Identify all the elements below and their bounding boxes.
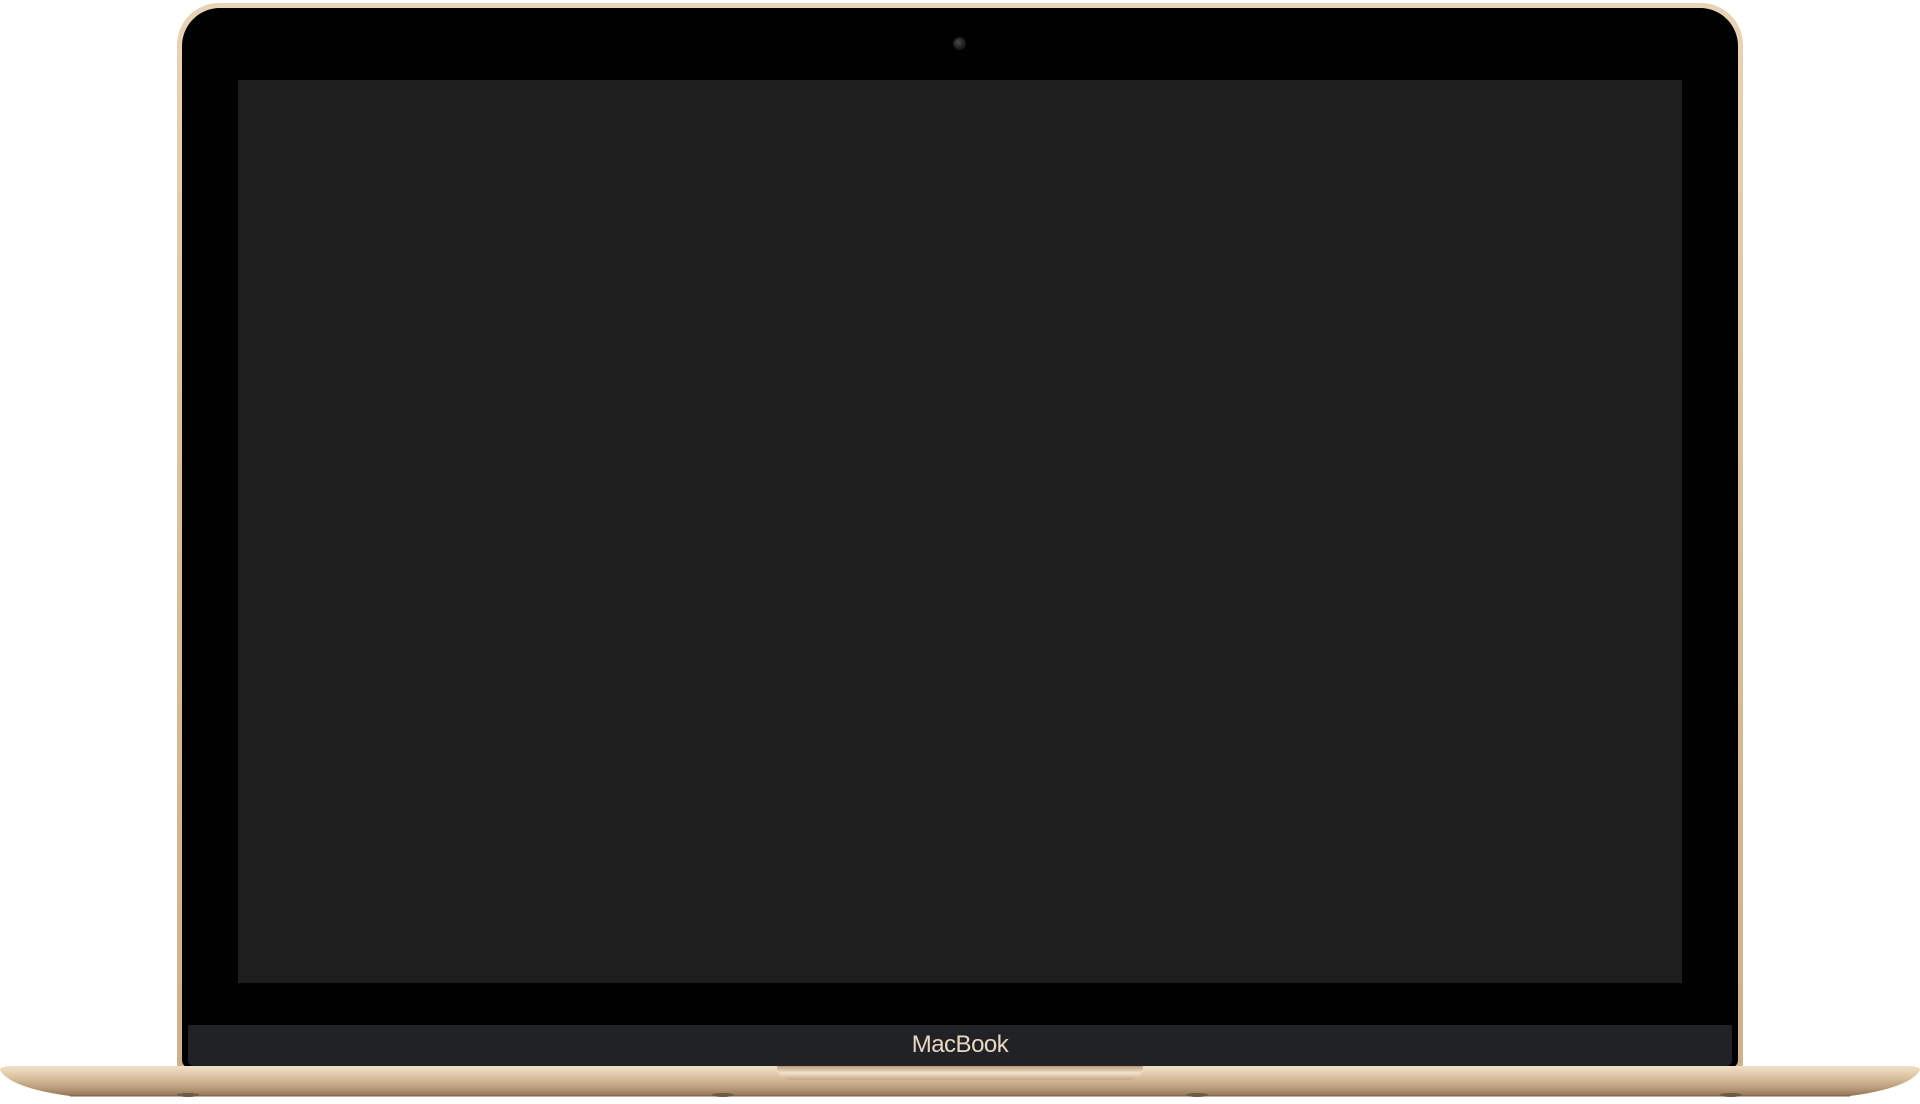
display-screen [238,80,1682,983]
lid-opening-notch [777,1066,1143,1080]
base-foot [712,1093,734,1097]
webcam-icon [954,38,965,49]
base-foot [1186,1093,1208,1097]
base-foot [177,1093,199,1097]
model-label: MacBook [911,1031,1009,1058]
base-foot [1720,1093,1742,1097]
laptop-mockup: MacBook [0,0,1920,1104]
